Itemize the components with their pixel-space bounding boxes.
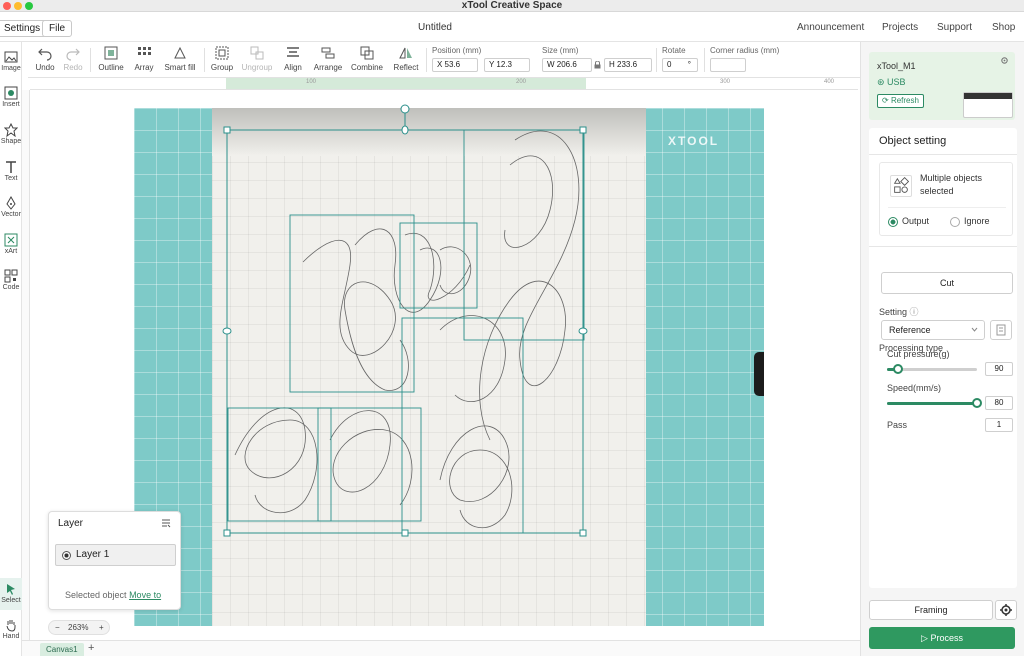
divider xyxy=(869,154,1017,155)
framing-settings-button[interactable] xyxy=(995,600,1017,620)
script-lettering xyxy=(234,130,580,529)
setting-value: Reference xyxy=(889,325,931,335)
setting-label-text: Setting xyxy=(879,307,908,317)
refresh-icon: ⟳ xyxy=(882,96,891,105)
speed-knob[interactable] xyxy=(972,398,982,408)
ignore-radio[interactable] xyxy=(950,217,960,227)
cut-pressure-knob[interactable] xyxy=(892,364,903,374)
object-box[interactable] xyxy=(463,129,585,341)
zoom-in-button[interactable]: + xyxy=(99,623,104,632)
move-to-link[interactable]: Move to xyxy=(129,590,161,600)
selected-object-text: Selected object xyxy=(65,590,127,600)
gear-icon xyxy=(1000,604,1012,616)
selection-description: Multiple objects selected xyxy=(920,173,983,196)
rotate-handle[interactable] xyxy=(400,104,410,114)
device-name: xTool_M1 xyxy=(877,61,916,71)
right-panel: xTool_M1 ⊛ USB ⟳ Refresh Object setting … xyxy=(860,42,1024,656)
object-box[interactable] xyxy=(289,214,415,393)
add-canvas-button[interactable]: + xyxy=(88,642,94,654)
cut-pressure-slider[interactable] xyxy=(887,364,977,374)
zoom-out-button[interactable]: − xyxy=(55,623,60,632)
info-icon[interactable]: ⓘ xyxy=(910,307,919,317)
object-box[interactable] xyxy=(227,407,332,522)
speed-input[interactable]: 80 xyxy=(985,396,1013,410)
framing-button[interactable]: Framing xyxy=(869,600,993,620)
divider xyxy=(869,246,1017,247)
multiple-shapes-icon xyxy=(890,175,912,197)
cut-pressure-input[interactable]: 90 xyxy=(985,362,1013,376)
resize-handle[interactable] xyxy=(223,126,231,134)
device-image xyxy=(963,92,1013,118)
card-divider xyxy=(888,207,1006,208)
device-card[interactable]: xTool_M1 ⊛ USB ⟳ Refresh xyxy=(869,52,1015,120)
process-label: Process xyxy=(930,633,963,643)
refresh-button[interactable]: ⟳ Refresh xyxy=(877,94,924,108)
connection-type: USB xyxy=(887,77,906,87)
selection-box[interactable] xyxy=(222,104,588,537)
speed-fill xyxy=(887,402,977,405)
resize-handle[interactable] xyxy=(401,125,409,135)
speed-label: Speed(mm/s) xyxy=(887,383,942,393)
chevron-down-icon xyxy=(971,327,978,332)
resize-handle[interactable] xyxy=(579,529,587,537)
device-settings-gear-icon[interactable] xyxy=(1000,56,1009,65)
connection-status: ⊛ USB xyxy=(877,77,906,88)
layer-visibility-radio-icon[interactable] xyxy=(62,551,71,560)
resize-handle[interactable] xyxy=(222,327,232,335)
selection-info-card: Multiple objects selected Output Ignore xyxy=(879,162,1013,236)
layer-name: Layer 1 xyxy=(76,549,110,560)
tab-canvas1[interactable]: Canvas1 xyxy=(40,643,84,656)
resize-handle[interactable] xyxy=(223,529,231,537)
resize-handle[interactable] xyxy=(401,529,409,537)
support-link[interactable]: Support xyxy=(937,22,972,33)
setting-select[interactable]: Reference xyxy=(881,320,985,340)
processing-type-cut-button[interactable]: Cut xyxy=(881,272,1013,294)
pass-label: Pass xyxy=(887,420,908,430)
object-setting-title: Object setting xyxy=(879,135,947,147)
object-bounding-boxes xyxy=(227,129,585,534)
object-box[interactable] xyxy=(399,222,478,309)
resize-handle[interactable] xyxy=(578,327,588,335)
canvas-tab-bar: Canvas1 + xyxy=(22,640,860,656)
zoom-control: − 263% + xyxy=(48,620,110,635)
pass-input[interactable]: 1 xyxy=(985,418,1013,432)
layer-panel-title: Layer xyxy=(58,518,84,529)
zoom-level: 263% xyxy=(68,623,89,632)
refresh-label: Refresh xyxy=(890,96,919,105)
cut-pressure-label: Cut pressure(g) xyxy=(887,349,950,359)
setting-label: Setting ⓘ xyxy=(879,305,919,318)
layer-menu-icon[interactable] xyxy=(161,518,171,528)
edit-parameter-icon xyxy=(996,324,1006,336)
save-setting-button[interactable] xyxy=(990,320,1012,340)
projects-link[interactable]: Projects xyxy=(882,22,918,33)
ignore-label: Ignore xyxy=(964,216,990,226)
layer-footer: Selected object Move to xyxy=(65,590,161,600)
process-button[interactable]: ▷ Process xyxy=(869,627,1015,649)
usb-icon: ⊛ xyxy=(877,77,888,87)
speed-slider[interactable] xyxy=(887,398,982,408)
layer-panel: Layer Layer 1 Selected object Move to xyxy=(48,511,181,610)
resize-handle[interactable] xyxy=(579,126,587,134)
shop-link[interactable]: Shop xyxy=(992,22,1015,33)
layer-row[interactable]: Layer 1 xyxy=(55,544,176,566)
output-label: Output xyxy=(902,216,930,226)
output-radio[interactable] xyxy=(888,217,898,227)
object-setting-panel: Object setting Multiple objects selected… xyxy=(869,128,1017,588)
